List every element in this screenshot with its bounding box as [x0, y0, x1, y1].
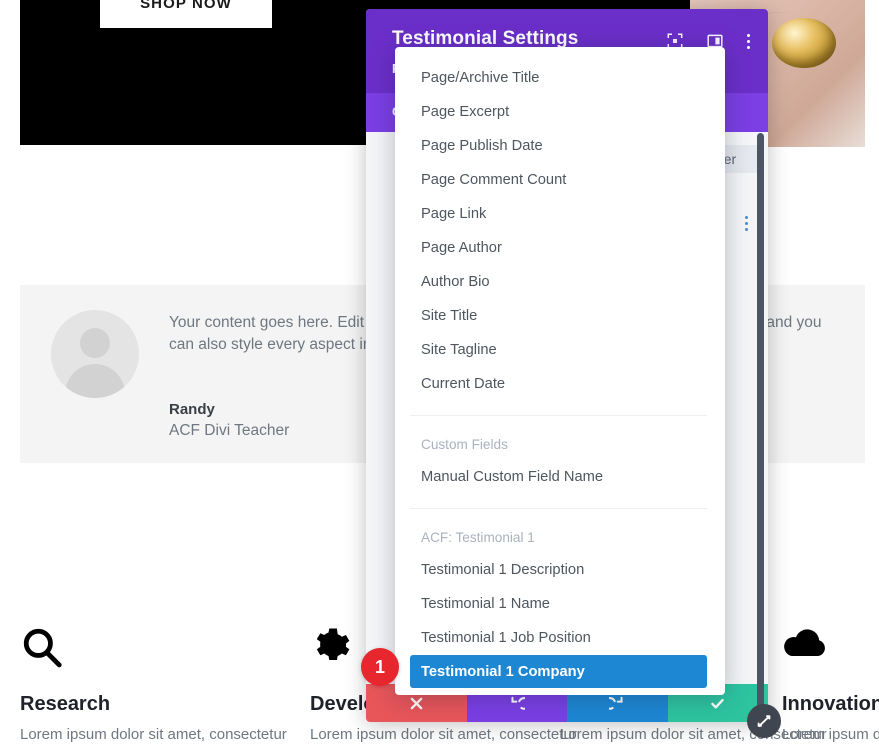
testimonial-author-role: ACF Divi Teacher: [169, 422, 289, 440]
shop-now-button[interactable]: SHOP NOW: [100, 0, 272, 28]
dropdown-scroll-area: Page/Archive Title Page Excerpt Page Pub…: [395, 47, 725, 695]
dropdown-item-site-title[interactable]: Site Title: [395, 299, 725, 333]
redo-icon: [609, 695, 626, 712]
resize-handle[interactable]: [747, 704, 781, 738]
dropdown-item-page-excerpt[interactable]: Page Excerpt: [395, 95, 725, 129]
feature-title: Innovation: [782, 693, 879, 716]
dynamic-content-dropdown: Page/Archive Title Page Excerpt Page Pub…: [395, 47, 725, 695]
modal-scrollbar[interactable]: [757, 133, 764, 713]
feature-desc: Lorem ipsum dolor sit amet, consectetur: [310, 724, 577, 744]
dropdown-item-page-link[interactable]: Page Link: [395, 197, 725, 231]
dropdown-item-author-bio[interactable]: Author Bio: [395, 265, 725, 299]
dropdown-item-testimonial-1-name[interactable]: Testimonial 1 Name: [395, 587, 725, 621]
dropdown-item-page-author[interactable]: Page Author: [395, 231, 725, 265]
screen-root: SHOP NOW Your content goes here. Edit or…: [0, 0, 879, 744]
more-vertical-icon[interactable]: [747, 34, 750, 49]
step-badge-1: 1: [361, 648, 399, 686]
dropdown-item-manual-custom-field-name[interactable]: Manual Custom Field Name: [395, 460, 725, 494]
dropdown-item-current-date[interactable]: Current Date: [395, 367, 725, 401]
feature-block-research: Research Lorem ipsum dolor sit amet, con…: [20, 625, 287, 744]
feature-block-innovation: Innovation Lorem ipsum dolor sit: [782, 625, 879, 744]
avatar-body: [65, 364, 125, 398]
more-vertical-icon[interactable]: [745, 216, 748, 231]
cloud-icon: [782, 625, 879, 671]
dropdown-item-page-archive-title[interactable]: Page/Archive Title: [395, 61, 725, 95]
dropdown-item-testimonial-1-description[interactable]: Testimonial 1 Description: [395, 553, 725, 587]
check-icon: [709, 695, 726, 712]
undo-icon: [508, 695, 525, 712]
dropdown-item-page-publish-date[interactable]: Page Publish Date: [395, 129, 725, 163]
feature-desc: Lorem ipsum dolor sit amet, consectetur: [20, 724, 287, 744]
feature-desc: Lorem ipsum dolor sit: [782, 724, 879, 744]
search-icon: [20, 625, 287, 671]
resize-diagonal-icon: [756, 713, 772, 729]
dropdown-divider: [410, 508, 707, 509]
testimonial-author-name: Randy: [169, 401, 215, 418]
avatar-head: [80, 328, 110, 358]
feature-title: Research: [20, 693, 287, 716]
dropdown-item-page-comment-count[interactable]: Page Comment Count: [395, 163, 725, 197]
avatar: [51, 310, 139, 398]
dropdown-group-acf-testimonial-1: ACF: Testimonial 1: [395, 521, 725, 553]
close-icon: [408, 695, 425, 712]
dropdown-item-site-tagline[interactable]: Site Tagline: [395, 333, 725, 367]
dropdown-group-custom-fields: Custom Fields: [395, 428, 725, 460]
dropdown-item-testimonial-1-company[interactable]: Testimonial 1 Company: [410, 655, 707, 688]
dropdown-divider: [410, 415, 707, 416]
dropdown-item-testimonial-1-job-position[interactable]: Testimonial 1 Job Position: [395, 621, 725, 655]
gold-ring-image: [772, 18, 836, 68]
